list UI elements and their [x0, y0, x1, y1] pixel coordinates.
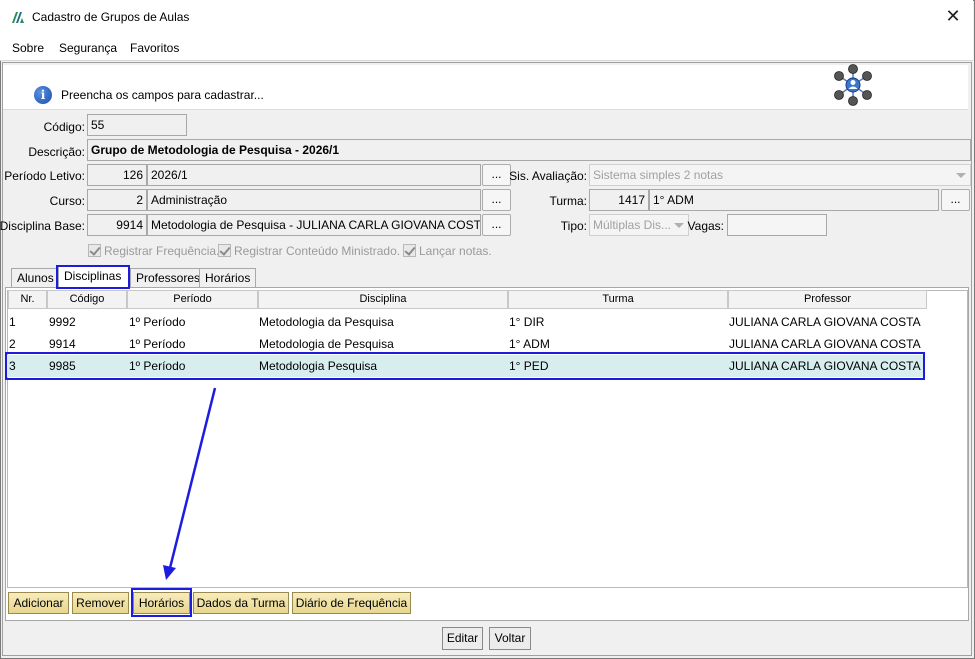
- remover-button[interactable]: Remover: [72, 592, 129, 614]
- tab-professores[interactable]: Professores: [130, 268, 207, 287]
- group-network-icon: [834, 64, 872, 106]
- horarios-button[interactable]: Horários: [133, 592, 190, 614]
- vagas-label: Vagas:: [687, 219, 724, 233]
- disciplina-id-field[interactable]: 9914: [87, 214, 147, 236]
- cell-professor: JULIANA CARLA GIOVANA COSTA: [729, 315, 921, 329]
- tipo-label: Tipo:: [560, 219, 587, 233]
- info-panel: i Preencha os campos para cadastrar...: [3, 65, 968, 110]
- cell-nr: 2: [9, 337, 16, 351]
- disciplina-name-field: Metodologia de Pesquisa - JULIANA CARLA …: [147, 214, 481, 236]
- cell-periodo: 1º Período: [129, 359, 186, 373]
- disciplina-lookup-button[interactable]: ...: [482, 214, 511, 236]
- periodo-lookup-button[interactable]: ...: [482, 164, 511, 186]
- cell-periodo: 1º Período: [129, 315, 186, 329]
- lancar-notas-checkbox[interactable]: Lançar notas.: [403, 244, 492, 258]
- sis-avaliacao-value: Sistema simples 2 notas: [593, 168, 724, 182]
- info-message: Preencha os campos para cadastrar...: [61, 88, 264, 102]
- cell-professor: JULIANA CARLA GIOVANA COSTA: [729, 359, 921, 373]
- app-logo-icon: [12, 12, 24, 23]
- diario-frequencia-button[interactable]: Diário de Frequência: [292, 592, 411, 614]
- codigo-field[interactable]: 55: [87, 114, 187, 136]
- cell-codigo: 9992: [49, 315, 76, 329]
- periodo-label: Período Letivo:: [4, 169, 85, 183]
- periodo-id-field[interactable]: 126: [87, 164, 147, 186]
- cell-disciplina: Metodologia Pesquisa: [259, 359, 378, 373]
- header-periodo[interactable]: Período: [127, 290, 258, 309]
- tab-horarios[interactable]: Horários: [199, 268, 257, 287]
- chevron-down-icon: [674, 223, 684, 228]
- menu-favoritos[interactable]: Favoritos: [130, 41, 179, 55]
- turma-lookup-button[interactable]: ...: [941, 189, 970, 211]
- curso-id-field[interactable]: 2: [87, 189, 147, 211]
- cell-disciplina: Metodologia de Pesquisa: [259, 337, 394, 351]
- info-icon: i: [34, 86, 52, 104]
- periodo-name-field: 2026/1: [147, 164, 481, 186]
- cell-turma: 1° PED: [509, 359, 549, 373]
- curso-label: Curso:: [49, 194, 85, 208]
- curso-name-field: Administração: [147, 189, 481, 211]
- cell-turma: 1° ADM: [509, 337, 550, 351]
- descricao-field[interactable]: Grupo de Metodologia de Pesquisa - 2026/…: [87, 139, 971, 161]
- tab-disciplinas[interactable]: Disciplinas: [58, 266, 130, 288]
- lancar-notas-label: Lançar notas.: [419, 244, 492, 258]
- curso-lookup-button[interactable]: ...: [482, 189, 511, 211]
- cell-codigo: 9985: [49, 359, 76, 373]
- editar-button[interactable]: Editar: [442, 627, 483, 650]
- disciplinas-grid[interactable]: [7, 290, 968, 588]
- checkbox-checked-icon: [403, 244, 416, 257]
- descricao-label: Descrição:: [28, 145, 85, 159]
- sis-avaliacao-select[interactable]: Sistema simples 2 notas: [589, 164, 971, 186]
- vagas-field[interactable]: [727, 214, 827, 236]
- header-nr[interactable]: Nr.: [8, 290, 47, 309]
- tipo-value: Múltiplas Dis...: [593, 218, 672, 232]
- disciplina-label: Disciplina Base:: [0, 219, 85, 233]
- window-title: Cadastro de Grupos de Aulas: [32, 10, 190, 24]
- codigo-label: Código:: [43, 120, 85, 134]
- title-bar: Cadastro de Grupos de Aulas ✕: [0, 0, 973, 34]
- tipo-select[interactable]: Múltiplas Dis...: [589, 214, 689, 236]
- menu-sobre[interactable]: Sobre: [12, 41, 44, 55]
- turma-label: Turma:: [549, 194, 587, 208]
- cell-disciplina: Metodologia da Pesquisa: [259, 315, 394, 329]
- registrar-conteudo-label: Registrar Conteúdo Ministrado.: [234, 244, 401, 258]
- menu-seguranca[interactable]: Segurança: [59, 41, 117, 55]
- checkbox-checked-icon: [218, 244, 231, 257]
- close-button[interactable]: ✕: [941, 5, 965, 29]
- turma-id-field[interactable]: 1417: [589, 189, 649, 211]
- header-turma[interactable]: Turma: [508, 290, 728, 309]
- cell-nr: 3: [9, 359, 16, 373]
- checkbox-checked-icon: [88, 244, 101, 257]
- header-disciplina[interactable]: Disciplina: [258, 290, 508, 309]
- sis-avaliacao-label: Sis. Avaliação:: [509, 169, 587, 183]
- voltar-button[interactable]: Voltar: [489, 627, 531, 650]
- tab-alunos[interactable]: Alunos: [11, 268, 60, 287]
- cell-turma: 1° DIR: [509, 315, 545, 329]
- registrar-frequencia-label: Registrar Frequência.: [104, 244, 220, 258]
- cell-periodo: 1º Período: [129, 337, 186, 351]
- dados-turma-button[interactable]: Dados da Turma: [193, 592, 289, 614]
- registrar-frequencia-checkbox[interactable]: Registrar Frequência.: [88, 244, 219, 258]
- cell-codigo: 9914: [49, 337, 76, 351]
- menu-bar: Sobre Segurança Favoritos: [0, 34, 973, 61]
- header-professor[interactable]: Professor: [728, 290, 927, 309]
- cell-nr: 1: [9, 315, 16, 329]
- cell-professor: JULIANA CARLA GIOVANA COSTA: [729, 337, 921, 351]
- chevron-down-icon: [956, 173, 966, 178]
- adicionar-button[interactable]: Adicionar: [8, 592, 69, 614]
- header-codigo[interactable]: Código: [47, 290, 127, 309]
- registrar-conteudo-checkbox[interactable]: Registrar Conteúdo Ministrado.: [218, 244, 400, 258]
- turma-name-field: 1° ADM: [649, 189, 939, 211]
